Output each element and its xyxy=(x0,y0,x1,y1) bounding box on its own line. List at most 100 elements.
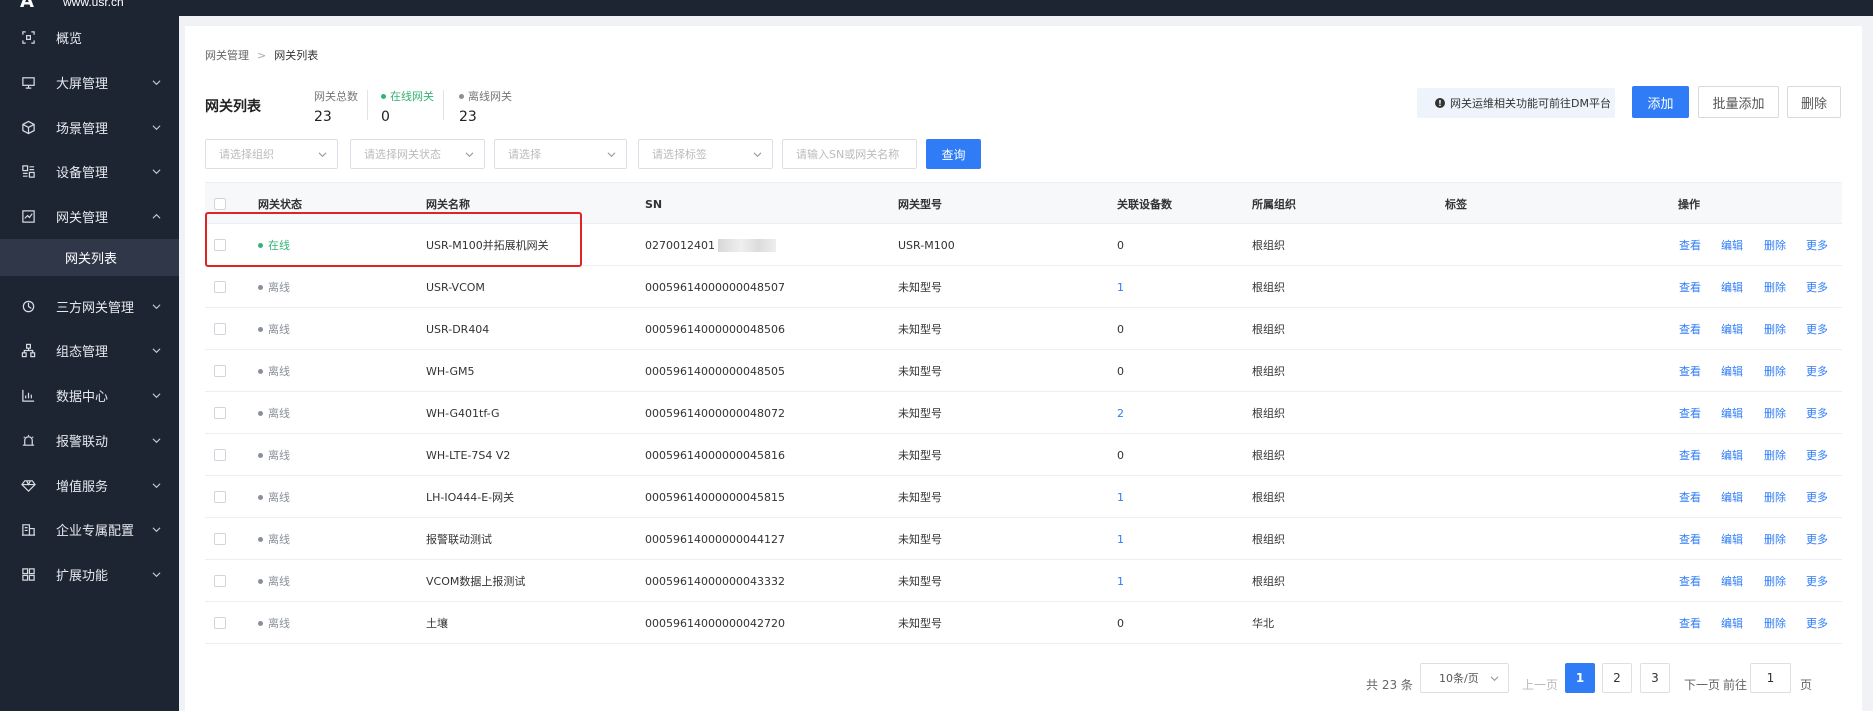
edit-button[interactable]: 编辑 xyxy=(1721,266,1743,308)
gateway-sn-text: 00059614000000043332 xyxy=(645,574,785,588)
row-checkbox[interactable] xyxy=(214,350,226,392)
more-button[interactable]: 更多 xyxy=(1806,602,1828,644)
tag-select[interactable]: 请选择标签 xyxy=(638,139,773,169)
edit-button[interactable]: 编辑 xyxy=(1721,476,1743,518)
sidebar-item-0[interactable]: 概览 xyxy=(0,15,179,59)
row-checkbox[interactable] xyxy=(214,560,226,602)
checkbox-box xyxy=(214,533,226,545)
prev-page-button[interactable]: 上一页 xyxy=(1522,676,1558,693)
row-checkbox[interactable] xyxy=(214,434,226,476)
status-text: 离线 xyxy=(268,407,290,420)
view-button[interactable]: 查看 xyxy=(1679,392,1701,434)
goto-page-input[interactable]: 1 xyxy=(1750,663,1791,693)
view-button[interactable]: 查看 xyxy=(1679,266,1701,308)
sidebar-item-9[interactable]: 增值服务 xyxy=(0,463,179,507)
delete-row-button[interactable]: 删除 xyxy=(1764,560,1786,602)
sidebar-item-1[interactable]: 大屏管理 xyxy=(0,60,179,104)
linked-device-count[interactable]: 1 xyxy=(1117,560,1124,602)
view-button[interactable]: 查看 xyxy=(1679,308,1701,350)
page-button-3[interactable]: 3 xyxy=(1640,663,1670,693)
delete-row-button[interactable]: 删除 xyxy=(1764,518,1786,560)
row-checkbox[interactable] xyxy=(214,602,226,644)
page-button-1[interactable]: 1 xyxy=(1565,663,1595,693)
offline-dot-icon xyxy=(258,284,263,290)
edit-button[interactable]: 编辑 xyxy=(1721,434,1743,476)
add-button[interactable]: 添加 xyxy=(1632,86,1689,118)
delete-row-button[interactable]: 删除 xyxy=(1764,350,1786,392)
more-button[interactable]: 更多 xyxy=(1806,560,1828,602)
page-button-2[interactable]: 2 xyxy=(1602,663,1632,693)
page-size-select[interactable]: 10条/页 xyxy=(1420,663,1509,693)
row-checkbox[interactable] xyxy=(214,308,226,350)
sidebar-item-6[interactable]: 组态管理 xyxy=(0,328,179,372)
sidebar-item-2[interactable]: 场景管理 xyxy=(0,105,179,149)
status-badge: 离线 xyxy=(258,560,290,602)
view-button[interactable]: 查看 xyxy=(1679,434,1701,476)
next-page-button[interactable]: 下一页 xyxy=(1684,676,1720,693)
delete-row-button[interactable]: 删除 xyxy=(1764,476,1786,518)
more-button[interactable]: 更多 xyxy=(1806,476,1828,518)
chevron-down-icon xyxy=(152,525,161,534)
edit-button[interactable]: 编辑 xyxy=(1721,518,1743,560)
org-select[interactable]: 请选择组织 xyxy=(205,139,338,169)
more-button[interactable]: 更多 xyxy=(1806,224,1828,266)
delete-row-button[interactable]: 删除 xyxy=(1764,434,1786,476)
sidebar-item-8[interactable]: 报警联动 xyxy=(0,418,179,462)
row-checkbox[interactable] xyxy=(214,476,226,518)
sidebar-item-7[interactable]: 数据中心 xyxy=(0,373,179,417)
view-button[interactable]: 查看 xyxy=(1679,560,1701,602)
breadcrumb: 网关管理 > 网关列表 xyxy=(205,47,318,63)
table-row: 离线 VCOM数据上报测试 00059614000000043332 未知型号 1 根组织… xyxy=(205,560,1842,602)
view-button[interactable]: 查看 xyxy=(1679,224,1701,266)
view-button[interactable]: 查看 xyxy=(1679,518,1701,560)
stat-total-label: 网关总数 xyxy=(314,90,358,103)
breadcrumb-parent[interactable]: 网关管理 xyxy=(205,47,249,63)
view-button[interactable]: 查看 xyxy=(1679,602,1701,644)
more-button[interactable]: 更多 xyxy=(1806,350,1828,392)
type-select[interactable]: 请选择 xyxy=(494,139,627,169)
chevron-down-icon xyxy=(152,391,161,400)
edit-button[interactable]: 编辑 xyxy=(1721,224,1743,266)
linked-device-count[interactable]: 2 xyxy=(1117,392,1124,434)
more-button[interactable]: 更多 xyxy=(1806,434,1828,476)
delete-row-button[interactable]: 删除 xyxy=(1764,308,1786,350)
sidebar-item-label: 大屏管理 xyxy=(56,76,109,92)
linked-device-count[interactable]: 1 xyxy=(1117,518,1124,560)
more-button[interactable]: 更多 xyxy=(1806,308,1828,350)
edit-button[interactable]: 编辑 xyxy=(1721,602,1743,644)
linked-device-count[interactable]: 1 xyxy=(1117,266,1124,308)
search-button[interactable]: 查询 xyxy=(926,139,981,169)
row-checkbox[interactable] xyxy=(214,392,226,434)
delete-row-button[interactable]: 删除 xyxy=(1764,392,1786,434)
delete-row-button[interactable]: 删除 xyxy=(1764,224,1786,266)
sidebar-item-3[interactable]: 设备管理 xyxy=(0,149,179,193)
view-button[interactable]: 查看 xyxy=(1679,476,1701,518)
batch-add-button[interactable]: 批量添加 xyxy=(1698,86,1779,118)
delete-row-button[interactable]: 删除 xyxy=(1764,266,1786,308)
row-checkbox[interactable] xyxy=(214,266,226,308)
sidebar-item-4[interactable]: 网关管理 xyxy=(0,194,179,238)
gateway-sn: 00059614000000048506 xyxy=(645,308,785,350)
status-select[interactable]: 请选择网关状态 xyxy=(350,139,485,169)
edit-button[interactable]: 编辑 xyxy=(1721,392,1743,434)
dm-platform-notice[interactable]: ! 网关运维相关功能可前往DM平台 xyxy=(1417,88,1615,118)
sidebar-item-10[interactable]: 企业专属配置 xyxy=(0,507,179,551)
delete-row-button[interactable]: 删除 xyxy=(1764,602,1786,644)
sidebar-item-11[interactable]: 扩展功能 xyxy=(0,552,179,596)
monitor-icon xyxy=(20,74,36,90)
view-button[interactable]: 查看 xyxy=(1679,350,1701,392)
row-checkbox[interactable] xyxy=(214,518,226,560)
edit-button[interactable]: 编辑 xyxy=(1721,308,1743,350)
more-button[interactable]: 更多 xyxy=(1806,392,1828,434)
edit-button[interactable]: 编辑 xyxy=(1721,560,1743,602)
edit-button[interactable]: 编辑 xyxy=(1721,350,1743,392)
scan-icon xyxy=(20,29,36,45)
more-button[interactable]: 更多 xyxy=(1806,518,1828,560)
col-header-devices: 关联设备数 xyxy=(1117,198,1172,211)
keyword-input[interactable]: 请输入SN或网关名称 xyxy=(782,139,917,169)
delete-button[interactable]: 删除 xyxy=(1787,86,1841,118)
sidebar-item-5[interactable]: 三方网关管理 xyxy=(0,284,179,328)
sidebar-subitem-gateway-list[interactable]: 网关列表 xyxy=(0,239,179,276)
linked-device-count[interactable]: 1 xyxy=(1117,476,1124,518)
more-button[interactable]: 更多 xyxy=(1806,266,1828,308)
